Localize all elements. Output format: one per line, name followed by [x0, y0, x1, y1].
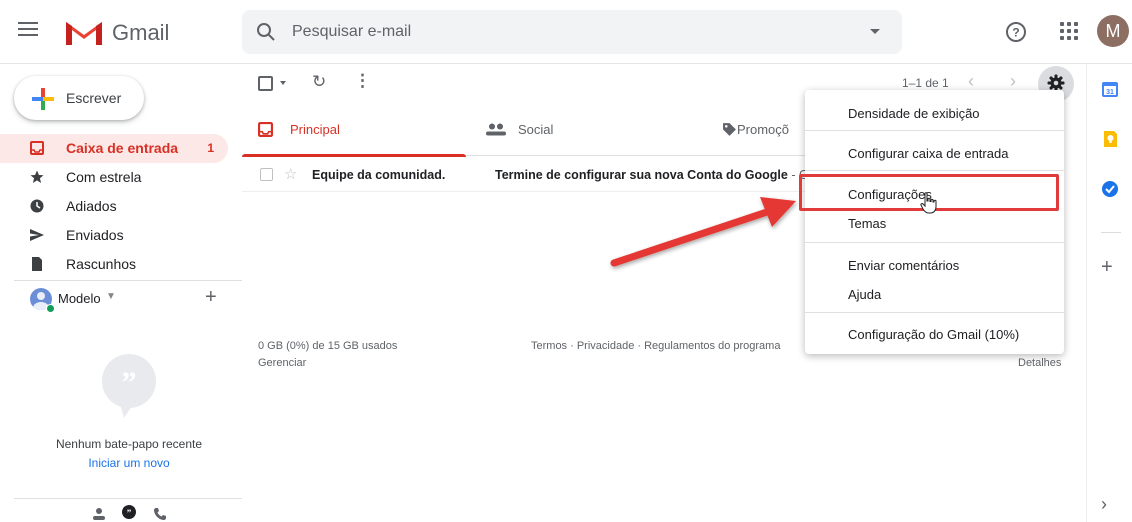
sidebar-item-label: Rascunhos — [66, 256, 137, 272]
calendar-icon[interactable]: 31 — [1101, 80, 1119, 98]
tag-icon — [723, 123, 736, 136]
refresh-icon[interactable]: ↻ — [312, 72, 326, 92]
next-page-icon[interactable]: › — [1010, 71, 1016, 92]
compose-label: Escrever — [66, 90, 122, 106]
star-icon[interactable]: ☆ — [284, 165, 297, 183]
plus-icon — [32, 88, 54, 110]
inbox-icon — [258, 122, 273, 137]
tasks-icon[interactable] — [1101, 180, 1119, 198]
svg-text:”: ” — [122, 366, 137, 399]
search-options-icon[interactable] — [870, 29, 880, 34]
select-all-checkbox[interactable] — [258, 76, 273, 91]
clock-icon — [30, 199, 44, 213]
activity-details-link[interactable]: Detalhes — [1018, 357, 1061, 369]
storage-usage: 0 GB (0%) de 15 GB usados — [258, 340, 398, 352]
hangouts-icon[interactable]: ” — [116, 505, 142, 522]
sidebar-bottom-divider — [14, 498, 242, 499]
tab-principal[interactable]: Principal — [242, 104, 466, 157]
tab-social[interactable]: Social — [470, 104, 694, 156]
tab-label: Principal — [290, 122, 340, 137]
chat-user-name: Modelo — [58, 291, 101, 306]
menu-divider — [805, 312, 1064, 313]
inbox-icon — [30, 141, 44, 155]
annotation-arrow — [610, 197, 796, 267]
expand-panel-icon[interactable]: › — [1101, 494, 1107, 515]
menu-item-display-density[interactable]: Densidade de exibição — [805, 98, 1064, 128]
menu-item-configure-inbox[interactable]: Configurar caixa de entrada — [805, 138, 1064, 168]
add-chat-icon[interactable]: + — [205, 286, 217, 309]
more-options-icon[interactable]: ⋮ — [354, 71, 371, 91]
hand-cursor-icon — [920, 192, 937, 214]
sidebar-item-drafts[interactable]: Rascunhos — [0, 250, 228, 279]
sidebar-divider — [14, 280, 242, 281]
menu-item-gmail-setup[interactable]: Configuração do Gmail (10%) — [805, 319, 1064, 349]
apps-grid-icon[interactable] — [1060, 22, 1078, 40]
keep-icon[interactable] — [1101, 130, 1119, 148]
main-menu-icon[interactable] — [18, 22, 38, 38]
previous-page-icon[interactable]: ‹ — [968, 71, 974, 92]
star-icon — [30, 170, 44, 183]
sidebar-item-label: Enviados — [66, 227, 124, 243]
send-icon — [30, 229, 44, 241]
svg-text:?: ? — [1012, 26, 1019, 40]
svg-text:”: ” — [127, 508, 132, 518]
side-panel: 31 + › — [1086, 64, 1132, 522]
phone-icon[interactable] — [147, 507, 173, 522]
search-icon[interactable] — [256, 22, 276, 42]
unread-count: 1 — [207, 141, 214, 155]
top-bar: Gmail Pesquisar e-mail ? M — [0, 0, 1132, 64]
sidebar-nav: Caixa de entrada 1 Com estrela Adiados E… — [0, 134, 228, 279]
pagination-text: 1–1 de 1 — [902, 76, 949, 90]
sidebar-item-label: Caixa de entrada — [66, 140, 179, 156]
sidebar-item-label: Com estrela — [66, 169, 142, 185]
sidebar-item-starred[interactable]: Com estrela — [0, 163, 228, 192]
people-icon — [486, 123, 506, 136]
menu-item-help[interactable]: Ajuda — [805, 279, 1064, 309]
email-sender: Equipe da comunidad. — [312, 168, 446, 182]
search-input[interactable]: Pesquisar e-mail — [292, 23, 411, 41]
sidebar-item-snoozed[interactable]: Adiados — [0, 192, 228, 221]
add-addon-icon[interactable]: + — [1101, 256, 1113, 279]
account-avatar[interactable]: M — [1097, 15, 1129, 47]
chevron-down-icon[interactable]: ▼ — [106, 291, 116, 302]
svg-text:31: 31 — [1106, 89, 1114, 96]
gmail-logo-icon[interactable] — [64, 18, 104, 46]
menu-divider — [805, 242, 1064, 243]
menu-divider — [805, 130, 1064, 131]
menu-divider — [805, 170, 1064, 171]
manage-storage-link[interactable]: Gerenciar — [258, 357, 306, 369]
select-options-chevron-icon[interactable] — [280, 81, 286, 85]
email-subject: Termine de configurar sua nova Conta do … — [495, 168, 788, 182]
email-subject-line: Termine de configurar sua nova Conta do … — [495, 168, 809, 182]
sidebar-item-sent[interactable]: Enviados — [0, 221, 228, 250]
search-bar[interactable]: Pesquisar e-mail — [242, 10, 902, 54]
start-new-chat-link[interactable]: Iniciar um novo — [0, 456, 258, 470]
settings-dropdown-menu: Densidade de exibição Configurar caixa d… — [805, 90, 1064, 354]
tab-label: Promoçõ — [737, 122, 790, 137]
menu-item-send-feedback[interactable]: Enviar comentários — [805, 250, 1064, 280]
online-status-dot — [46, 304, 55, 313]
no-chats-text: Nenhum bate-papo recente — [55, 437, 203, 451]
chat-user-row[interactable]: Modelo ▼ + — [30, 286, 230, 314]
terms-links[interactable]: Termos · Privacidade · Regulamentos do p… — [531, 340, 780, 352]
sidebar-item-label: Adiados — [66, 198, 117, 214]
tab-promotions[interactable]: Promoçõ — [706, 104, 806, 156]
tab-label: Social — [518, 122, 554, 137]
draft-icon — [32, 257, 42, 271]
row-checkbox[interactable] — [260, 168, 273, 181]
app-name: Gmail — [112, 20, 170, 45]
compose-button[interactable]: Escrever — [14, 76, 144, 120]
help-icon[interactable]: ? — [1005, 21, 1027, 43]
chat-bubble-icon: ” — [102, 354, 156, 418]
chat-footer-icons: ” — [86, 505, 173, 522]
rail-divider — [1101, 232, 1121, 233]
contacts-icon[interactable] — [86, 507, 112, 522]
sidebar-item-inbox[interactable]: Caixa de entrada 1 — [0, 134, 228, 163]
